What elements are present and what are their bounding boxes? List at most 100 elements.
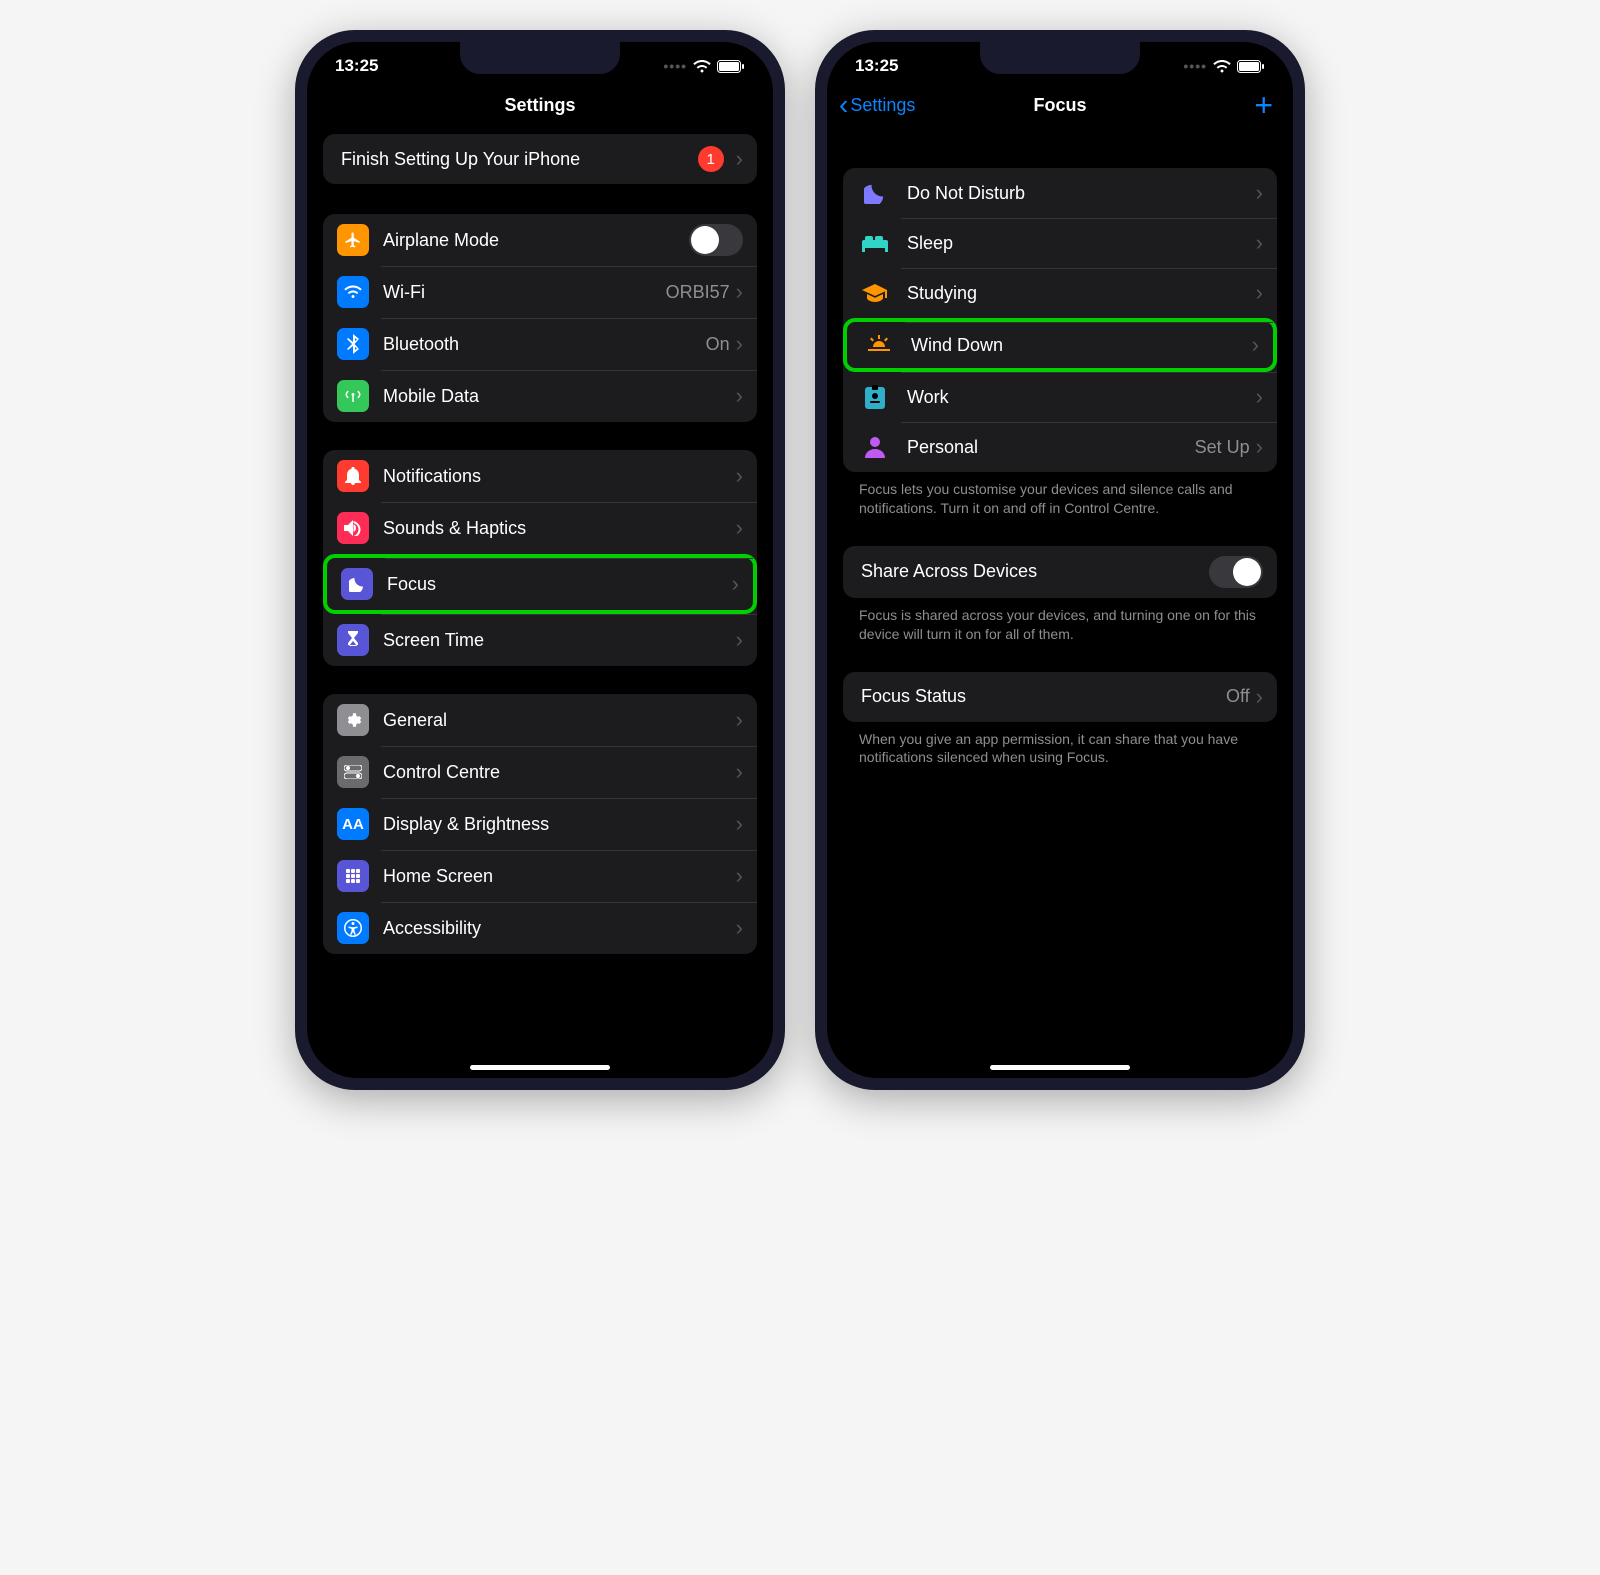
home-indicator[interactable] [470,1065,610,1070]
bell-icon [337,460,369,492]
screen-left: 13:25 •••• Settings Finish Setting Up Yo… [307,42,773,1078]
wifi-settings-icon [337,276,369,308]
dnd-label: Do Not Disturb [907,183,1256,204]
moon-icon [341,568,373,600]
content-right[interactable]: Do Not Disturb › Sleep › Studying › [827,128,1293,1078]
bed-icon [857,234,893,252]
group-general: General › Control Centre › AA Display & … [323,694,757,954]
banner-badge: 1 [698,146,724,172]
grid-icon [337,860,369,892]
chevron-right-icon: › [736,627,743,653]
accessibility-icon [337,912,369,944]
speaker-icon [337,512,369,544]
wifi-icon [693,60,711,73]
share-toggle[interactable] [1209,556,1263,588]
focus-status-value: Off [1226,686,1250,707]
chevron-right-icon: › [736,463,743,489]
status-right: •••• [663,58,745,74]
chevron-right-icon: › [736,811,743,837]
studying-label: Studying [907,283,1256,304]
chevron-right-icon: › [736,279,743,305]
row-setup-banner[interactable]: Finish Setting Up Your iPhone 1 › [323,134,757,184]
airplane-icon [337,224,369,256]
row-dnd[interactable]: Do Not Disturb › [843,168,1277,218]
row-screentime[interactable]: Screen Time › [323,614,757,666]
focus-footer-1: Focus lets you customise your devices an… [843,480,1277,518]
signal-dots-icon: •••• [1183,58,1207,74]
focus-footer-3: When you give an app permission, it can … [843,730,1277,768]
control-centre-label: Control Centre [383,762,736,783]
toggles-icon [337,756,369,788]
row-accessibility[interactable]: Accessibility › [323,902,757,954]
sunset-icon [861,335,897,355]
chevron-left-icon: ‹ [839,89,848,121]
group-focus: Notifications › Sounds & Haptics › Focus… [323,450,757,666]
row-sounds[interactable]: Sounds & Haptics › [323,502,757,554]
row-sleep[interactable]: Sleep › [843,218,1277,268]
home-indicator[interactable] [990,1065,1130,1070]
chevron-right-icon: › [736,863,743,889]
screentime-label: Screen Time [383,630,736,651]
row-bluetooth[interactable]: Bluetooth On › [323,318,757,370]
notifications-label: Notifications [383,466,736,487]
display-label: Display & Brightness [383,814,736,835]
chevron-right-icon: › [1256,434,1263,460]
sounds-label: Sounds & Haptics [383,518,736,539]
row-general[interactable]: General › [323,694,757,746]
wifi-value: ORBI57 [666,282,730,303]
antenna-icon [337,380,369,412]
phone-right: 13:25 •••• ‹ Settings Focus + [815,30,1305,1090]
row-control-centre[interactable]: Control Centre › [323,746,757,798]
airplane-label: Airplane Mode [383,230,689,251]
row-focus-status[interactable]: Focus Status Off › [843,672,1277,722]
row-airplane[interactable]: Airplane Mode [323,214,757,266]
moon-icon [857,182,893,204]
chevron-right-icon: › [736,383,743,409]
winddown-label: Wind Down [911,335,1252,356]
chevron-right-icon: › [736,759,743,785]
nav-bar-focus: ‹ Settings Focus + [827,84,1293,128]
row-home-screen[interactable]: Home Screen › [323,850,757,902]
status-right: •••• [1183,58,1265,74]
content-left[interactable]: Finish Setting Up Your iPhone 1 › Airpla… [307,128,773,1078]
back-button[interactable]: ‹ Settings [839,89,915,121]
back-label: Settings [850,95,915,116]
bluetooth-icon [337,328,369,360]
text-size-icon: AA [337,808,369,840]
page-title: Focus [1033,95,1086,116]
chevron-right-icon: › [1256,230,1263,256]
focus-label: Focus [387,574,732,595]
battery-icon [1237,60,1265,73]
airplane-toggle[interactable] [689,224,743,256]
wifi-label: Wi-Fi [383,282,666,303]
row-wifi[interactable]: Wi-Fi ORBI57 › [323,266,757,318]
badge-icon [857,385,893,409]
graduation-cap-icon [857,284,893,302]
accessibility-label: Accessibility [383,918,736,939]
row-share-across[interactable]: Share Across Devices [843,546,1277,598]
personal-label: Personal [907,437,1195,458]
status-time: 13:25 [335,56,378,76]
row-studying[interactable]: Studying › [843,268,1277,318]
group-focus-modes: Do Not Disturb › Sleep › Studying › [843,168,1277,472]
signal-dots-icon: •••• [663,58,687,74]
mobile-data-label: Mobile Data [383,386,736,407]
chevron-right-icon: › [736,331,743,357]
chevron-right-icon: › [1256,180,1263,206]
row-notifications[interactable]: Notifications › [323,450,757,502]
row-work[interactable]: Work › [843,372,1277,422]
nav-bar-settings: Settings [307,84,773,128]
add-button[interactable]: + [1254,87,1273,124]
general-label: General [383,710,736,731]
row-winddown[interactable]: Wind Down › [843,318,1277,372]
row-display[interactable]: AA Display & Brightness › [323,798,757,850]
sleep-label: Sleep [907,233,1256,254]
page-title: Settings [504,95,575,116]
home-screen-label: Home Screen [383,866,736,887]
phone-left: 13:25 •••• Settings Finish Setting Up Yo… [295,30,785,1090]
person-icon [857,436,893,458]
personal-value: Set Up [1195,437,1250,458]
row-focus[interactable]: Focus › [323,554,757,614]
row-mobile-data[interactable]: Mobile Data › [323,370,757,422]
row-personal[interactable]: Personal Set Up › [843,422,1277,472]
